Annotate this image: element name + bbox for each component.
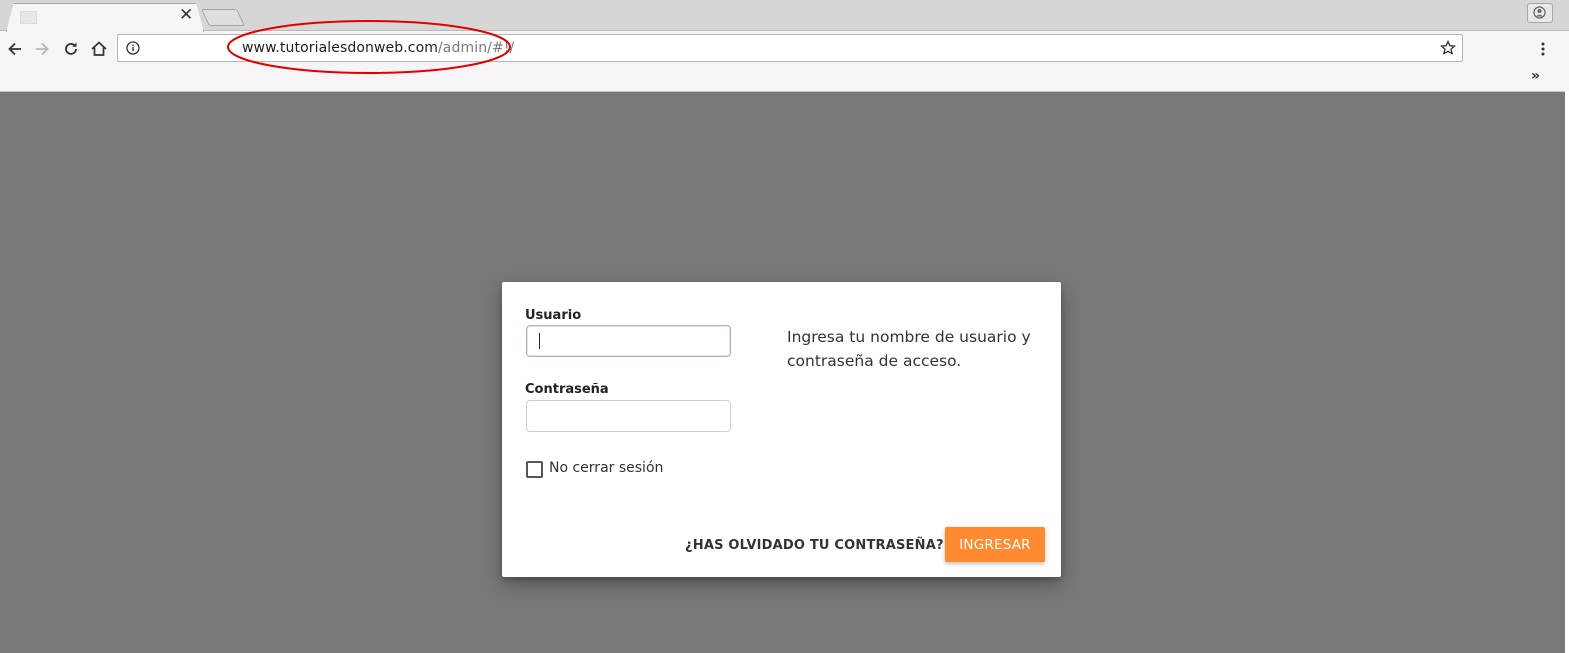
bookmark-star-icon[interactable] — [1440, 40, 1456, 56]
extensions-chevron-icon[interactable]: » — [1531, 68, 1540, 84]
browser-menu-icon[interactable] — [1540, 41, 1546, 57]
url-host: www.tutorialesdonweb.com — [242, 40, 438, 56]
profile-button[interactable] — [1527, 3, 1553, 23]
url-path: /admin/#!/ — [437, 40, 515, 56]
password-label: Contraseña — [525, 382, 609, 397]
tab-strip: ✕ — [0, 0, 1569, 31]
password-input[interactable] — [526, 400, 731, 432]
address-bar[interactable]: www.tutorialesdonweb.com/admin/#!/ — [117, 34, 1463, 62]
tab-favicon-icon — [20, 11, 37, 24]
keep-session-label[interactable]: No cerrar sesión — [549, 460, 663, 476]
home-icon[interactable] — [89, 39, 109, 59]
profile-icon — [1533, 6, 1546, 19]
login-dialog: Usuario Contraseña No cerrar sesión Ingr… — [502, 282, 1061, 577]
login-help-text: Ingresa tu nombre de usuario y contraseñ… — [787, 328, 1031, 370]
text-caret — [539, 333, 540, 349]
url-text[interactable]: www.tutorialesdonweb.com/admin/#!/ — [242, 40, 514, 56]
browser-toolbar: www.tutorialesdonweb.com/admin/#!/ » — [0, 31, 1569, 92]
reload-icon[interactable] — [61, 39, 81, 59]
keep-session-checkbox[interactable] — [526, 461, 543, 478]
forgot-password-link[interactable]: ¿HAS OLVIDADO TU CONTRASEÑA? — [685, 538, 944, 553]
new-tab-button[interactable] — [201, 9, 245, 26]
login-submit-button[interactable]: INGRESAR — [945, 527, 1045, 562]
forward-arrow-icon[interactable] — [32, 39, 52, 59]
back-arrow-icon[interactable] — [5, 39, 25, 59]
info-icon[interactable] — [126, 41, 140, 55]
tab-close-icon[interactable]: ✕ — [179, 6, 193, 23]
username-input[interactable] — [526, 325, 731, 357]
username-label: Usuario — [525, 308, 582, 323]
window-edge — [1565, 91, 1569, 653]
